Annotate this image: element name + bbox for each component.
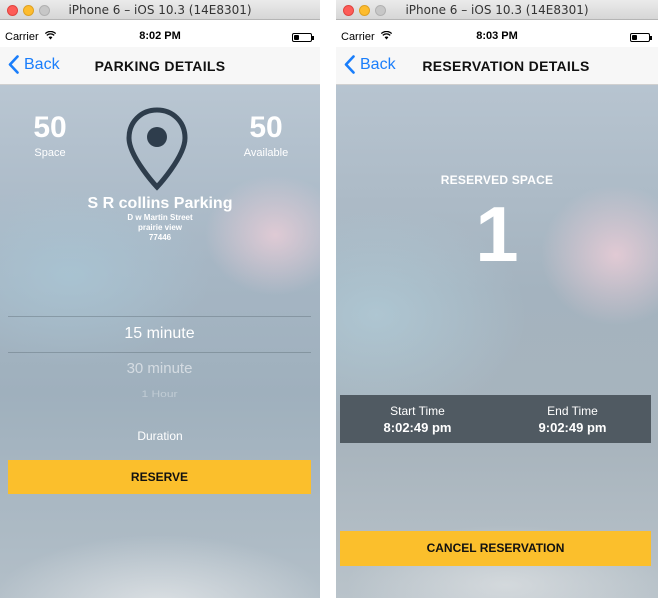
battery-level <box>294 35 299 40</box>
reserve-button[interactable]: RESERVE <box>8 460 311 494</box>
parking-details-content: 50 Space 50 Available S R collins Parkin… <box>0 85 320 598</box>
picker-divider <box>8 352 311 353</box>
status-time: 8:02 PM <box>139 30 181 42</box>
window-titlebar: iPhone 6 – iOS 10.3 (14E8301) <box>0 0 320 20</box>
battery-level <box>632 35 637 40</box>
space-count: 50 <box>33 111 67 144</box>
start-time-value: 8:02:49 pm <box>383 420 452 435</box>
window-title: iPhone 6 – iOS 10.3 (14E8301) <box>68 3 252 17</box>
reserved-space-label: RESERVED SPACE <box>440 173 554 187</box>
reservation-time-panel: Start Time 8:02:49 pm End Time 9:02:49 p… <box>340 395 651 443</box>
address-line: 77446 <box>148 233 172 242</box>
available-count: 50 <box>249 111 283 144</box>
page-title: PARKING DETAILS <box>94 58 226 74</box>
cancel-reservation-button[interactable]: CANCEL RESERVATION <box>340 531 651 566</box>
simulator-window-right: iPhone 6 – iOS 10.3 (14E8301) Carrier 8:… <box>336 0 658 598</box>
space-label: Space <box>34 147 66 159</box>
space-stat: 50 Space <box>5 111 95 160</box>
reservation-details-content: RESERVED SPACE 1 Start Time 8:02:49 pm E… <box>336 85 658 598</box>
available-stat: 50 Available <box>221 111 311 160</box>
end-time-column: End Time 9:02:49 pm <box>495 395 650 435</box>
address-line: prairie view <box>137 223 183 232</box>
parking-lot-name: S R collins Parking <box>87 195 233 212</box>
start-time-column: Start Time 8:02:49 pm <box>340 395 495 435</box>
picker-option[interactable]: 1 Hour <box>8 389 311 400</box>
status-bar: Carrier 8:02 PM <box>0 29 320 47</box>
end-time-label: End Time <box>547 404 598 418</box>
navigation-bar: Back PARKING DETAILS <box>0 47 320 85</box>
window-title: iPhone 6 – iOS 10.3 (14E8301) <box>405 3 589 17</box>
end-time-value: 9:02:49 pm <box>538 420 607 435</box>
page-title: RESERVATION DETAILS <box>422 58 590 74</box>
reserved-space-number: 1 <box>475 190 519 278</box>
duration-picker[interactable]: 15 minute 30 minute 1 Hour <box>8 316 311 404</box>
available-label: Available <box>243 147 289 159</box>
picker-option[interactable]: 30 minute <box>8 360 311 377</box>
picker-divider <box>8 316 311 317</box>
address-line: D w Martin Street <box>127 213 193 222</box>
status-time: 8:03 PM <box>476 30 518 42</box>
battery-icon <box>292 33 314 42</box>
window-titlebar: iPhone 6 – iOS 10.3 (14E8301) <box>336 0 658 20</box>
simulator-window-left: iPhone 6 – iOS 10.3 (14E8301) Carrier 8:… <box>0 0 320 598</box>
battery-icon <box>630 33 652 42</box>
start-time-label: Start Time <box>390 404 445 418</box>
duration-label: Duration <box>137 429 183 443</box>
location-pin-icon <box>126 107 188 191</box>
picker-option-selected[interactable]: 15 minute <box>8 325 311 343</box>
navigation-bar: Back RESERVATION DETAILS <box>336 47 658 85</box>
status-bar: Carrier 8:03 PM <box>336 29 658 47</box>
